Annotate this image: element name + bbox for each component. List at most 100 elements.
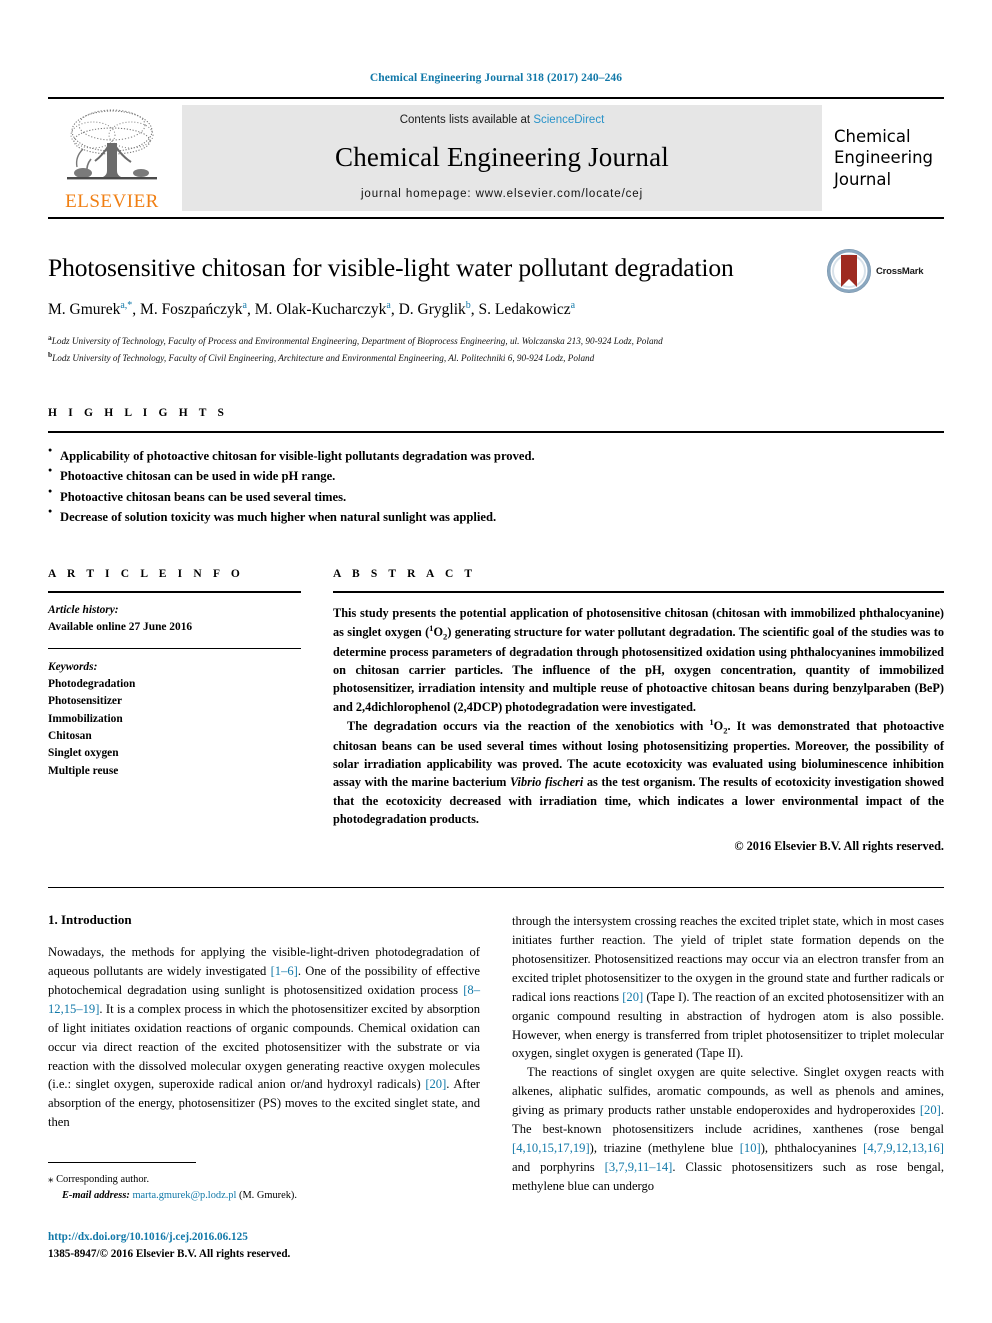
author-item: D. Gryglikb [398, 300, 471, 319]
article-body: 1. Introduction Nowadays, the methods fo… [48, 887, 944, 1262]
section-heading-introduction: 1. Introduction [48, 912, 132, 928]
citation-ref[interactable]: [4,10,15,17,19] [512, 1141, 590, 1155]
journal-cover-thumbnail: Chemical Engineering Journal [826, 99, 944, 217]
abstract-paragraph: The degradation occurs via the reaction … [333, 716, 944, 828]
keyword-item: Multiple reuse [48, 764, 119, 777]
citation-ref[interactable]: [20] [622, 990, 643, 1004]
citation-ref[interactable]: [20] [425, 1077, 446, 1091]
abstract-copyright: © 2016 Elsevier B.V. All rights reserved… [734, 838, 944, 853]
corresponding-author-text: Corresponding author. [56, 1174, 150, 1186]
keywords-block: Keywords: Photodegradation Photosensitiz… [48, 647, 301, 780]
cover-line-2: Engineering [834, 148, 933, 168]
crossmark-label: CrossMark [876, 265, 924, 277]
highlights-heading: H I G H L I G H T S [48, 407, 229, 419]
highlights-section: H I G H L I G H T S Applicability of pho… [48, 407, 944, 528]
citation-ref[interactable]: [10] [740, 1141, 761, 1155]
footnote-block: ⁎ Corresponding author. [48, 1162, 196, 1188]
sciencedirect-link[interactable]: ScienceDirect [533, 114, 604, 126]
author-name: M. Gmurek [48, 301, 121, 319]
author-affiliation-mark: a [386, 300, 391, 312]
journal-homepage-link[interactable]: journal homepage: www.elsevier.com/locat… [361, 188, 643, 200]
elsevier-logo: ELSEVIER [48, 99, 176, 217]
intro-text: and porphyrins [512, 1159, 605, 1174]
info-abstract-area: A R T I C L E I N F O Article history: A… [48, 568, 944, 856]
crossmark-badge[interactable]: CrossMark [826, 247, 944, 295]
elsevier-wordmark: ELSEVIER [65, 191, 159, 212]
abstract-p2-part1: The degradation occurs via the reaction … [347, 718, 710, 733]
author-name: D. Gryglik [398, 301, 466, 319]
author-name: M. Olak-Kucharczyk [254, 301, 387, 319]
citation-ref[interactable]: [20] [920, 1103, 941, 1117]
cover-line-1: Chemical [834, 127, 911, 147]
keyword-item: Photosensitizer [48, 695, 123, 708]
author-affiliation-mark: a [242, 300, 247, 312]
abstract-paragraph: This study presents the potential applic… [333, 604, 944, 716]
author-item: M. Olak-Kucharczyka [254, 300, 391, 319]
body-column-right: through the intersystem crossing reaches… [512, 912, 944, 1262]
running-head: Chemical Engineering Journal 318 (2017) … [369, 72, 623, 84]
keyword-item: Photodegradation [48, 677, 136, 690]
author-affiliation-mark: a,* [120, 300, 133, 312]
email-owner: (M. Gmurek). [238, 1189, 297, 1201]
corresponding-author-note: ⁎ Corresponding author. [48, 1171, 196, 1188]
title-block: Photosensitive chitosan for visible-ligh… [48, 249, 944, 365]
highlights-list: Applicability of photoactive chitosan fo… [48, 431, 944, 528]
keywords-label: Keywords: [48, 660, 98, 673]
article-info-section: A R T I C L E I N F O Article history: A… [48, 568, 301, 856]
citation-ref[interactable]: [3,7,9,11–14] [605, 1160, 673, 1174]
crossmark-icon [827, 249, 871, 293]
elsevier-tree-icon [67, 109, 157, 180]
affiliation-text: Lodz University of Technology, Faculty o… [51, 336, 663, 347]
cover-line-3: Journal [834, 169, 892, 189]
body-column-left: 1. Introduction Nowadays, the methods fo… [48, 912, 480, 1262]
author-list: M. Gmureka,*, M. Foszpańczyka, M. Olak-K… [48, 300, 576, 319]
page-title: Photosensitive chitosan for visible-ligh… [48, 253, 734, 282]
intro-text: ), triazine (methylene blue [589, 1140, 740, 1155]
keywords-list: Photodegradation Photosensitizer Immobil… [48, 676, 301, 780]
author-item: M. Gmureka,* [48, 300, 133, 319]
affiliation-text: Lodz University of Technology, Faculty o… [52, 352, 595, 363]
author-item: M. Foszpańczyka [140, 300, 247, 319]
affiliation-list: aLodz University of Technology, Faculty … [48, 332, 944, 365]
contents-available-line: Contents lists available at ScienceDirec… [400, 114, 605, 126]
article-history-label: Article history: [48, 603, 119, 616]
affiliation-item: bLodz University of Technology, Faculty … [48, 349, 944, 365]
highlight-item: Photoactive chitosan can be used in wide… [48, 465, 944, 486]
intro-paragraph-right-2: The reactions of singlet oxygen are quit… [512, 1063, 944, 1195]
doi-link[interactable]: http://dx.doi.org/10.1016/j.cej.2016.06.… [48, 1229, 480, 1245]
abstract-section: A B S T R A C T This study presents the … [333, 568, 944, 856]
highlight-item: Decrease of solution toxicity was much h… [48, 506, 944, 527]
keyword-item: Chitosan [48, 729, 92, 742]
organism-name: Vibrio fischeri [510, 775, 584, 790]
asterisk-icon: ⁎ [48, 1173, 54, 1186]
paper-page: Chemical Engineering Journal 318 (2017) … [0, 0, 992, 1323]
intro-text: . It is a complex process in which the p… [48, 1001, 480, 1092]
issn-copyright: 1385-8947/© 2016 Elsevier B.V. All right… [48, 1247, 291, 1260]
intro-text: ), phthalocyanines [760, 1140, 864, 1155]
keyword-item: Singlet oxygen [48, 747, 119, 760]
masthead-center-box: Contents lists available at ScienceDirec… [182, 105, 822, 211]
article-history-value: Available online 27 June 2016 [48, 620, 193, 633]
abstract-body: This study presents the potential applic… [333, 590, 944, 856]
article-history-block: Article history: Available online 27 Jun… [48, 590, 301, 636]
author-affiliation-mark: b [465, 300, 471, 312]
journal-masthead: ELSEVIER Contents lists available at Sci… [48, 97, 944, 219]
intro-paragraph-left: Nowadays, the methods for applying the v… [48, 943, 480, 1132]
highlight-item: Applicability of photoactive chitosan fo… [48, 445, 944, 466]
contents-prefix: Contents lists available at [399, 114, 534, 126]
intro-paragraph-right-1: through the intersystem crossing reaches… [512, 912, 944, 1063]
article-info-heading: A R T I C L E I N F O [48, 567, 244, 580]
email-note: E-mail address: marta.gmurek@p.lodz.pl (… [48, 1188, 480, 1204]
citation-ref[interactable]: [4,7,9,12,13,16] [863, 1141, 944, 1155]
author-item: S. Ledakowicza [478, 300, 576, 319]
author-name: M. Foszpańczyk [140, 301, 243, 319]
email-label: E-mail address: [62, 1189, 130, 1201]
oxygen-symbol: O [713, 718, 724, 733]
affiliation-item: aLodz University of Technology, Faculty … [48, 332, 944, 348]
journal-title: Chemical Engineering Journal [334, 141, 669, 172]
email-link[interactable]: marta.gmurek@p.lodz.pl [132, 1190, 236, 1201]
abstract-heading: A B S T R A C T [333, 567, 477, 580]
author-affiliation-mark: a [570, 300, 576, 312]
citation-ref[interactable]: [1–6] [271, 964, 298, 978]
author-name: S. Ledakowicz [478, 301, 571, 319]
